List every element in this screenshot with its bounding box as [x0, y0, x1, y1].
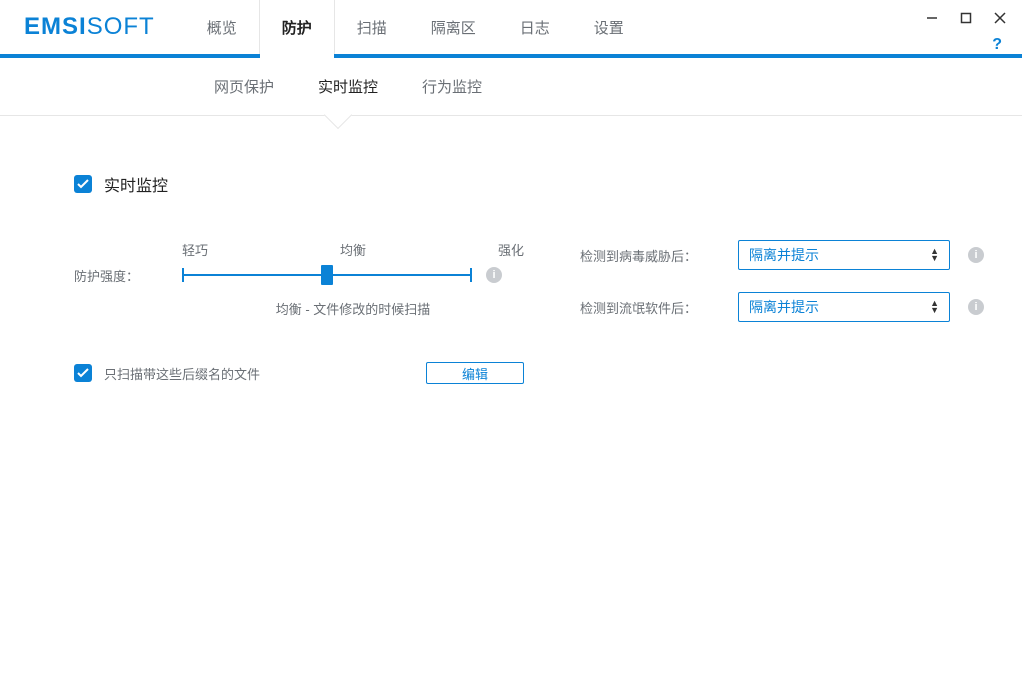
- app-logo: EMSISOFT: [24, 0, 185, 54]
- realtime-checkbox[interactable]: [74, 175, 92, 193]
- info-icon[interactable]: i: [968, 247, 984, 263]
- nav-overview[interactable]: 概览: [185, 0, 259, 54]
- slider-label: 防护强度：: [74, 240, 164, 285]
- tick-enhanced: 强化: [498, 240, 524, 259]
- content-area: 实时监控 防护强度： 轻巧 均衡 强化: [0, 116, 1022, 408]
- subnav-behavior[interactable]: 行为监控: [400, 76, 504, 97]
- slider-tick-0: [182, 268, 184, 282]
- virus-action-row: 检测到病毒威胁后： 隔离并提示 ▲▼ i: [580, 240, 984, 270]
- subnav-web-protection[interactable]: 网页保护: [192, 76, 296, 97]
- protection-slider[interactable]: [182, 265, 472, 285]
- section-title: 实时监控: [104, 172, 168, 196]
- slider-tick-2: [470, 268, 472, 282]
- malware-action-value: 隔离并提示: [749, 297, 819, 317]
- info-icon[interactable]: i: [486, 267, 502, 283]
- scan-extensions-row: 只扫描带这些后缀名的文件 编辑: [74, 362, 524, 384]
- right-column: 检测到病毒威胁后： 隔离并提示 ▲▼ i 检测到流氓软件后： 隔离并提示 ▲▼ …: [580, 240, 984, 384]
- sub-nav: 网页保护 实时监控 行为监控: [0, 58, 1022, 116]
- scan-extensions-checkbox[interactable]: [74, 364, 92, 382]
- scan-extensions-label: 只扫描带这些后缀名的文件: [104, 364, 414, 383]
- slider-track-wrap: i: [182, 265, 524, 285]
- slider-area: 轻巧 均衡 强化 i 均衡 - 文件修改: [182, 240, 524, 318]
- nav-quarantine[interactable]: 隔离区: [409, 0, 498, 54]
- left-column: 防护强度： 轻巧 均衡 强化: [74, 240, 524, 384]
- check-icon: [77, 368, 89, 378]
- logo-thin: SOFT: [87, 13, 155, 41]
- subnav-realtime[interactable]: 实时监控: [296, 76, 400, 97]
- malware-action-label: 检测到流氓软件后：: [580, 298, 720, 317]
- check-icon: [77, 179, 89, 189]
- virus-action-value: 隔离并提示: [749, 245, 819, 265]
- nav-protection[interactable]: 防护: [259, 0, 335, 54]
- tick-light: 轻巧: [182, 240, 208, 259]
- malware-action-dropdown[interactable]: 隔离并提示 ▲▼: [738, 292, 950, 322]
- tick-balanced: 均衡: [340, 240, 366, 259]
- header-bar: EMSISOFT 概览 防护 扫描 隔离区 日志 设置: [0, 0, 1022, 58]
- sort-arrows-icon: ▲▼: [930, 300, 939, 314]
- slider-thumb[interactable]: [321, 265, 333, 285]
- settings-row: 防护强度： 轻巧 均衡 强化: [74, 240, 966, 384]
- slider-tick-labels: 轻巧 均衡 强化: [182, 240, 524, 259]
- virus-action-label: 检测到病毒威胁后：: [580, 246, 720, 265]
- section-header: 实时监控: [74, 172, 966, 196]
- slider-block: 防护强度： 轻巧 均衡 强化: [74, 240, 524, 318]
- edit-extensions-button[interactable]: 编辑: [426, 362, 524, 384]
- nav-settings[interactable]: 设置: [572, 0, 646, 54]
- sort-arrows-icon: ▲▼: [930, 248, 939, 262]
- info-icon[interactable]: i: [968, 299, 984, 315]
- virus-action-dropdown[interactable]: 隔离并提示 ▲▼: [738, 240, 950, 270]
- nav-scan[interactable]: 扫描: [335, 0, 409, 54]
- malware-action-row: 检测到流氓软件后： 隔离并提示 ▲▼ i: [580, 292, 984, 322]
- slider-description: 均衡 - 文件修改的时候扫描: [182, 299, 524, 318]
- logo-bold: EMSI: [24, 13, 87, 41]
- nav-logs[interactable]: 日志: [498, 0, 572, 54]
- main-nav: 概览 防护 扫描 隔离区 日志 设置: [185, 0, 646, 54]
